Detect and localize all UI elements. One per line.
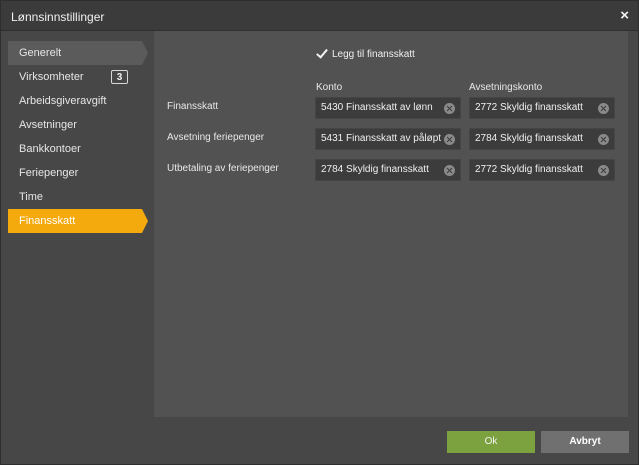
row-label-avsetning-feriepenger: Avsetning feriepenger [167, 132, 265, 143]
clear-icon[interactable] [444, 134, 455, 145]
clear-icon[interactable] [598, 165, 609, 176]
konto-field[interactable]: 2784 Skyldig finansskatt [315, 159, 461, 181]
dialog-title: Lønnsinnstillinger [11, 10, 105, 24]
sidebar-nav: Generelt Virksomheter 3 Arbeidsgiveravgi… [8, 41, 148, 233]
finansskatt-checkbox[interactable]: Legg til finansskatt [316, 48, 415, 60]
sidebar-item-bankkontoer[interactable]: Bankkontoer [8, 137, 142, 161]
checkbox-label: Legg til finansskatt [332, 48, 415, 60]
ok-button[interactable]: Ok [447, 431, 535, 453]
sidebar-item-label: Bankkontoer [19, 143, 81, 155]
sidebar-item-feriepenger[interactable]: Feriepenger [8, 161, 142, 185]
avsetningskonto-value: 2772 Skyldig finansskatt [475, 164, 583, 175]
sidebar-item-virksomheter[interactable]: Virksomheter 3 [8, 65, 142, 89]
sidebar-item-avsetninger[interactable]: Avsetninger [8, 113, 142, 137]
title-bar: Lønnsinnstillinger × [1, 1, 638, 31]
konto-value: 5430 Finansskatt av lønn [321, 102, 433, 113]
row-label-finansskatt: Finansskatt [167, 101, 219, 112]
settings-dialog: Lønnsinnstillinger × Generelt Virksomhet… [0, 0, 639, 465]
checkmark-icon[interactable] [316, 48, 328, 60]
sidebar-item-label: Finansskatt [19, 215, 76, 227]
avsetningskonto-value: 2784 Skyldig finansskatt [475, 133, 583, 144]
clear-icon[interactable] [598, 134, 609, 145]
konto-field[interactable]: 5430 Finansskatt av lønn [315, 97, 461, 119]
sidebar-item-label: Virksomheter [19, 71, 84, 83]
sidebar-item-label: Feriepenger [19, 167, 79, 179]
avsetningskonto-field[interactable]: 2772 Skyldig finansskatt [469, 159, 615, 181]
clear-icon[interactable] [598, 103, 609, 114]
column-header-konto: Konto [316, 82, 343, 93]
column-header-avsetningskonto: Avsetningskonto [469, 82, 543, 93]
konto-value: 2784 Skyldig finansskatt [321, 164, 429, 175]
close-icon[interactable]: × [620, 7, 629, 24]
avsetningskonto-field[interactable]: 2784 Skyldig finansskatt [469, 128, 615, 150]
content-panel: Legg til finansskatt Konto Avsetningskon… [154, 31, 628, 417]
konto-value: 5431 Finansskatt av påløpt [321, 133, 441, 144]
clear-icon[interactable] [444, 103, 455, 114]
konto-field[interactable]: 5431 Finansskatt av påløpt [315, 128, 461, 150]
avsetningskonto-field[interactable]: 2772 Skyldig finansskatt [469, 97, 615, 119]
sidebar-item-arbeidsgiveravgift[interactable]: Arbeidsgiveravgift [8, 89, 142, 113]
sidebar-item-label: Time [19, 191, 44, 203]
row-label-utbetaling-feriepenger: Utbetaling av feriepenger [167, 163, 279, 174]
sidebar-item-label: Generelt [19, 47, 62, 59]
sidebar-item-label: Arbeidsgiveravgift [19, 95, 107, 107]
count-badge: 3 [111, 70, 128, 84]
sidebar-item-generelt[interactable]: Generelt [8, 41, 148, 65]
clear-icon[interactable] [444, 165, 455, 176]
avsetningskonto-value: 2772 Skyldig finansskatt [475, 102, 583, 113]
sidebar-item-label: Avsetninger [19, 119, 77, 131]
sidebar-item-time[interactable]: Time [8, 185, 142, 209]
sidebar-item-finansskatt[interactable]: Finansskatt [8, 209, 148, 233]
cancel-button[interactable]: Avbryt [541, 431, 629, 453]
